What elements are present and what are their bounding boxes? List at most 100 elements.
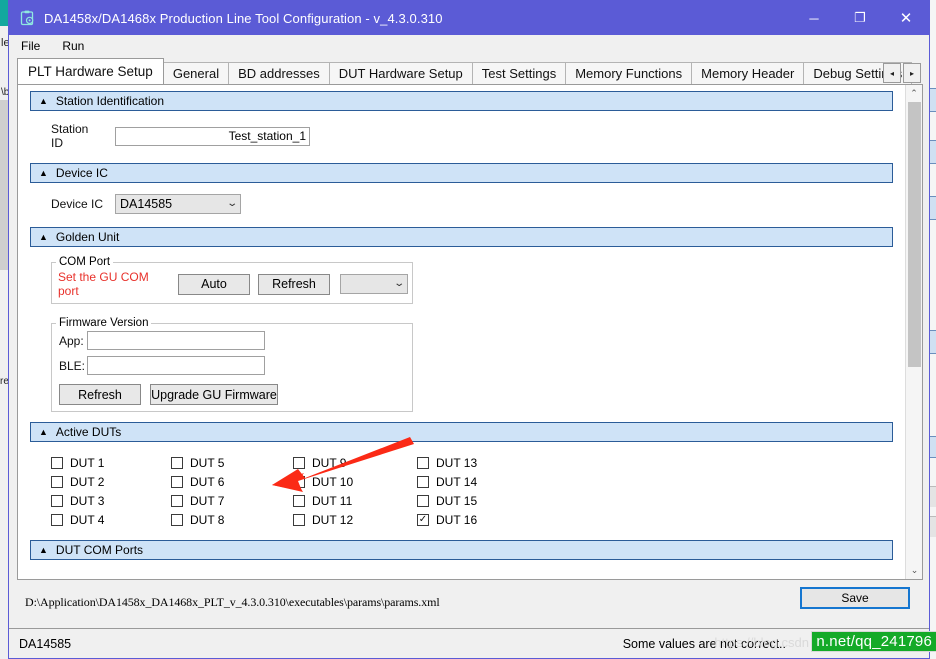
firmware-ble-label: BLE: [59, 358, 86, 373]
checkbox-label: DUT 3 [70, 493, 105, 508]
checkbox-dut-10[interactable]: ✓ DUT 10 [293, 472, 417, 491]
checkbox-box-icon: ✓ [171, 475, 183, 488]
com-port-refresh-button[interactable]: Refresh [258, 273, 330, 295]
section-title: Station Identification [55, 94, 164, 108]
tab-bd-addresses[interactable]: BD addresses [228, 62, 330, 84]
checkbox-dut-7[interactable]: ✓ DUT 7 [171, 491, 293, 510]
upgrade-gu-firmware-button[interactable]: Upgrade GU Firmware [150, 384, 278, 405]
collapse-triangle-icon: ▲ [39, 167, 48, 178]
checkbox-dut-9[interactable]: ✓ DUT 9 [293, 453, 417, 472]
checkbox-box-icon: ✓ [171, 494, 183, 507]
checkbox-dut-15[interactable]: ✓ DUT 15 [417, 491, 541, 510]
params-file-path: D:\Application\DA1458x_DA1468x_PLT_v_4.3… [25, 595, 440, 609]
minimize-button[interactable]: ─ [791, 1, 837, 35]
watermark-badge: n.net/qq_241796 [811, 631, 936, 652]
checkbox-dut-11[interactable]: ✓ DUT 11 [293, 491, 417, 510]
chevron-down-icon: ⌄ [225, 198, 238, 209]
firmware-version-group: Firmware Version App: BLE: Refresh Upgra… [51, 317, 413, 412]
status-device-label: DA14585 [19, 636, 72, 651]
dut-column-1: ✓ DUT 1 ✓ DUT 2 ✓ DUT 3 ✓ DUT 4 [51, 453, 171, 529]
scrollbar-thumb[interactable] [908, 102, 921, 367]
checkbox-box-icon: ✓ [293, 494, 305, 507]
section-header-device-ic[interactable]: ▲ Device IC [30, 163, 893, 183]
checkbox-dut-6[interactable]: ✓ DUT 6 [171, 472, 293, 491]
menu-item-run[interactable]: Run [62, 39, 84, 53]
settings-content: ▲ Station Identification Station ID Test… [18, 85, 905, 579]
checkbox-box-icon: ✓ [51, 513, 63, 526]
close-button[interactable]: ✕ [883, 1, 929, 35]
footer-path-bar: D:\Application\DA1458x_DA1468x_PLT_v_4.3… [17, 584, 923, 622]
tab-memory-functions[interactable]: Memory Functions [565, 62, 693, 84]
checkbox-label: DUT 5 [190, 455, 225, 470]
status-bar: DA14585 Some values are not correct.. ht… [9, 628, 936, 658]
tab-test-settings[interactable]: Test Settings [471, 62, 567, 84]
checkbox-box-icon: ✓ [417, 456, 429, 469]
watermark-faint-text: https://blog.csdn [714, 635, 809, 650]
checkbox-box-icon: ✓ [293, 456, 305, 469]
com-port-select[interactable]: ⌄ [340, 274, 408, 294]
checkbox-dut-4[interactable]: ✓ DUT 4 [51, 510, 171, 529]
section-title: Golden Unit [55, 230, 120, 244]
vertical-scrollbar[interactable]: ⌃ ⌄ [905, 85, 922, 579]
checkbox-dut-8[interactable]: ✓ DUT 8 [171, 510, 293, 529]
checkbox-label: DUT 11 [312, 493, 353, 508]
section-header-dut-com-ports[interactable]: ▲ DUT COM Ports [30, 540, 893, 560]
tab-strip: PLT Hardware Setup General BD addresses … [9, 57, 929, 84]
checkbox-label: DUT 7 [190, 493, 225, 508]
device-ic-row: Device IC DA14585 ⌄ [51, 194, 905, 214]
checkbox-dut-3[interactable]: ✓ DUT 3 [51, 491, 171, 510]
checkbox-label: DUT 6 [190, 474, 225, 489]
firmware-app-input[interactable] [87, 331, 265, 350]
station-id-label: Station ID [51, 122, 89, 150]
checkbox-label: DUT 13 [436, 455, 478, 470]
chevron-down-icon: ⌄ [392, 278, 405, 289]
checkbox-dut-16[interactable]: ✓ DUT 16 [417, 510, 541, 529]
tab-page-plt-hardware-setup: ▲ Station Identification Station ID Test… [17, 84, 923, 580]
checkbox-box-icon: ✓ [51, 494, 63, 507]
tab-scroll-left-icon[interactable]: ◂ [883, 63, 901, 83]
checkbox-dut-1[interactable]: ✓ DUT 1 [51, 453, 171, 472]
checkbox-dut-12[interactable]: ✓ DUT 12 [293, 510, 417, 529]
checkbox-dut-2[interactable]: ✓ DUT 2 [51, 472, 171, 491]
checkbox-label: DUT 1 [70, 455, 105, 470]
station-id-input[interactable]: Test_station_1 [115, 126, 310, 146]
tab-scroll-right-icon[interactable]: ▸ [903, 63, 921, 83]
checkbox-box-icon: ✓ [51, 456, 63, 469]
scroll-up-arrow-icon[interactable]: ⌃ [906, 85, 922, 102]
section-header-active-duts[interactable]: ▲ Active DUTs [30, 422, 893, 442]
menu-bar: File Run [9, 35, 929, 57]
tab-memory-header[interactable]: Memory Header [691, 62, 805, 84]
checkbox-dut-14[interactable]: ✓ DUT 14 [417, 472, 541, 491]
tab-plt-hardware-setup[interactable]: PLT Hardware Setup [17, 58, 164, 84]
device-ic-select[interactable]: DA14585 ⌄ [115, 194, 241, 214]
maximize-button[interactable]: ❐ [837, 1, 883, 35]
collapse-triangle-icon: ▲ [39, 544, 48, 555]
tab-general[interactable]: General [162, 62, 230, 84]
device-ic-label: Device IC [51, 197, 104, 211]
checkbox-dut-13[interactable]: ✓ DUT 13 [417, 453, 541, 472]
checkbox-box-icon: ✓ [171, 456, 183, 469]
section-title: Device IC [55, 166, 108, 180]
checkbox-box-icon: ✓ [293, 513, 305, 526]
checkbox-label: DUT 8 [190, 512, 225, 527]
checkbox-dut-5[interactable]: ✓ DUT 5 [171, 453, 293, 472]
station-id-row: Station ID Test_station_1 [51, 122, 905, 150]
dut-column-2: ✓ DUT 5 ✓ DUT 6 ✓ DUT 7 ✓ DUT 8 [171, 453, 293, 529]
com-port-auto-button[interactable]: Auto [178, 273, 250, 295]
firmware-ble-input[interactable] [87, 356, 265, 375]
checkbox-box-icon: ✓ [293, 475, 305, 488]
section-header-station-identification[interactable]: ▲ Station Identification [30, 91, 893, 111]
tab-dut-hardware-setup[interactable]: DUT Hardware Setup [328, 62, 473, 84]
firmware-refresh-button[interactable]: Refresh [59, 384, 141, 405]
menu-item-file[interactable]: File [21, 39, 40, 53]
checkbox-label: DUT 12 [312, 512, 354, 527]
com-port-group: COM Port Set the GU COM port Auto Refres… [51, 256, 413, 304]
check-icon: ✓ [418, 513, 428, 525]
save-button[interactable]: Save [800, 587, 910, 609]
device-ic-selected-value: DA14585 [120, 197, 173, 211]
checkbox-label: DUT 14 [436, 474, 478, 489]
scroll-down-arrow-icon[interactable]: ⌄ [906, 562, 922, 579]
com-port-group-legend: COM Port [59, 256, 111, 268]
tab-scroll-controls: ◂ ▸ [881, 63, 921, 83]
section-header-golden-unit[interactable]: ▲ Golden Unit [30, 227, 893, 247]
